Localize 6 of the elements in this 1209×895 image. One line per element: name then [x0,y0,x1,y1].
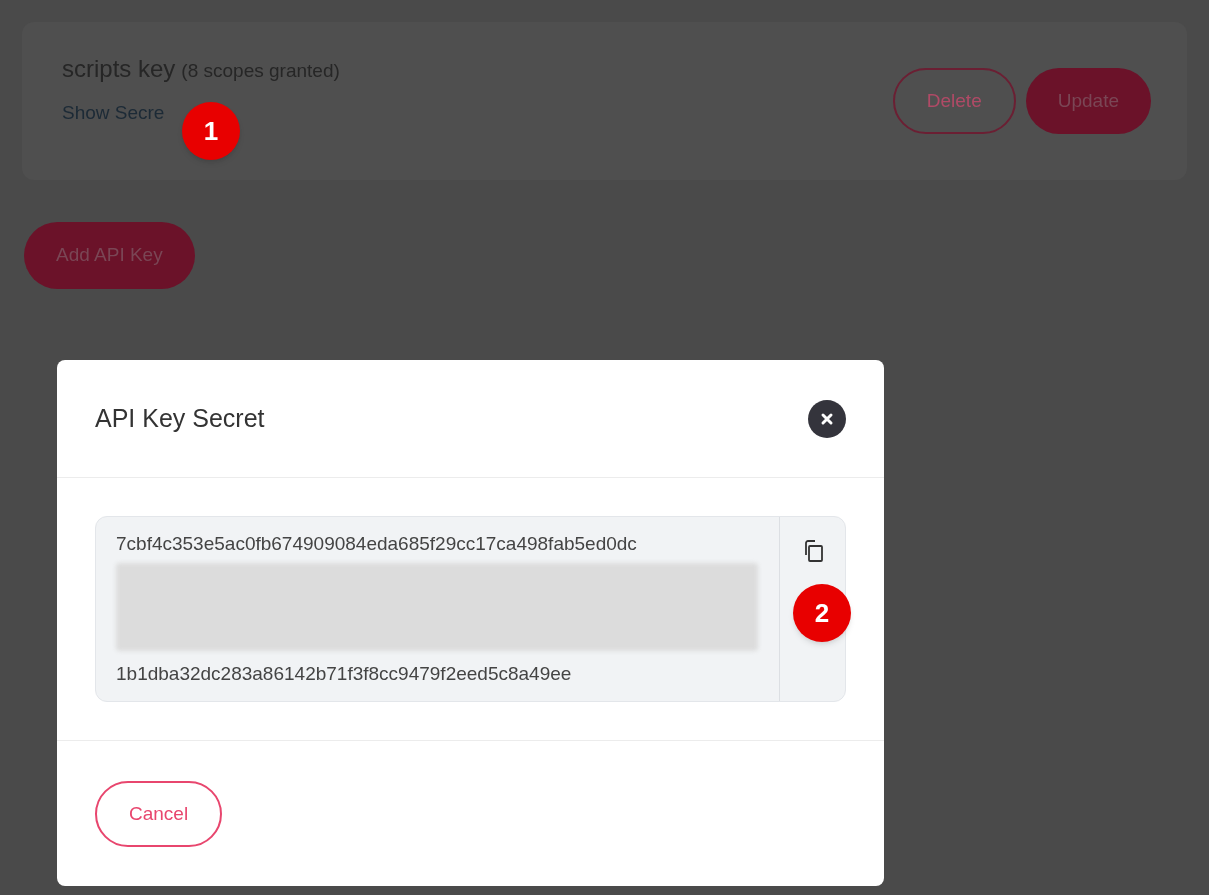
close-icon[interactable] [808,399,846,438]
secret-text: 7cbf4c353e5ac0fb674909084eda685f29cc17ca498fab5ed0dc [116,532,638,556]
cancel-button[interactable]: Cancel [95,781,223,847]
modal-title: API Key Secret [95,402,265,434]
delete-button[interactable]: Delete [892,68,1016,134]
secret-text: 1b1dba32dc283a86142b71f3f8cc9479f2eed5c8a49ee [116,662,573,686]
